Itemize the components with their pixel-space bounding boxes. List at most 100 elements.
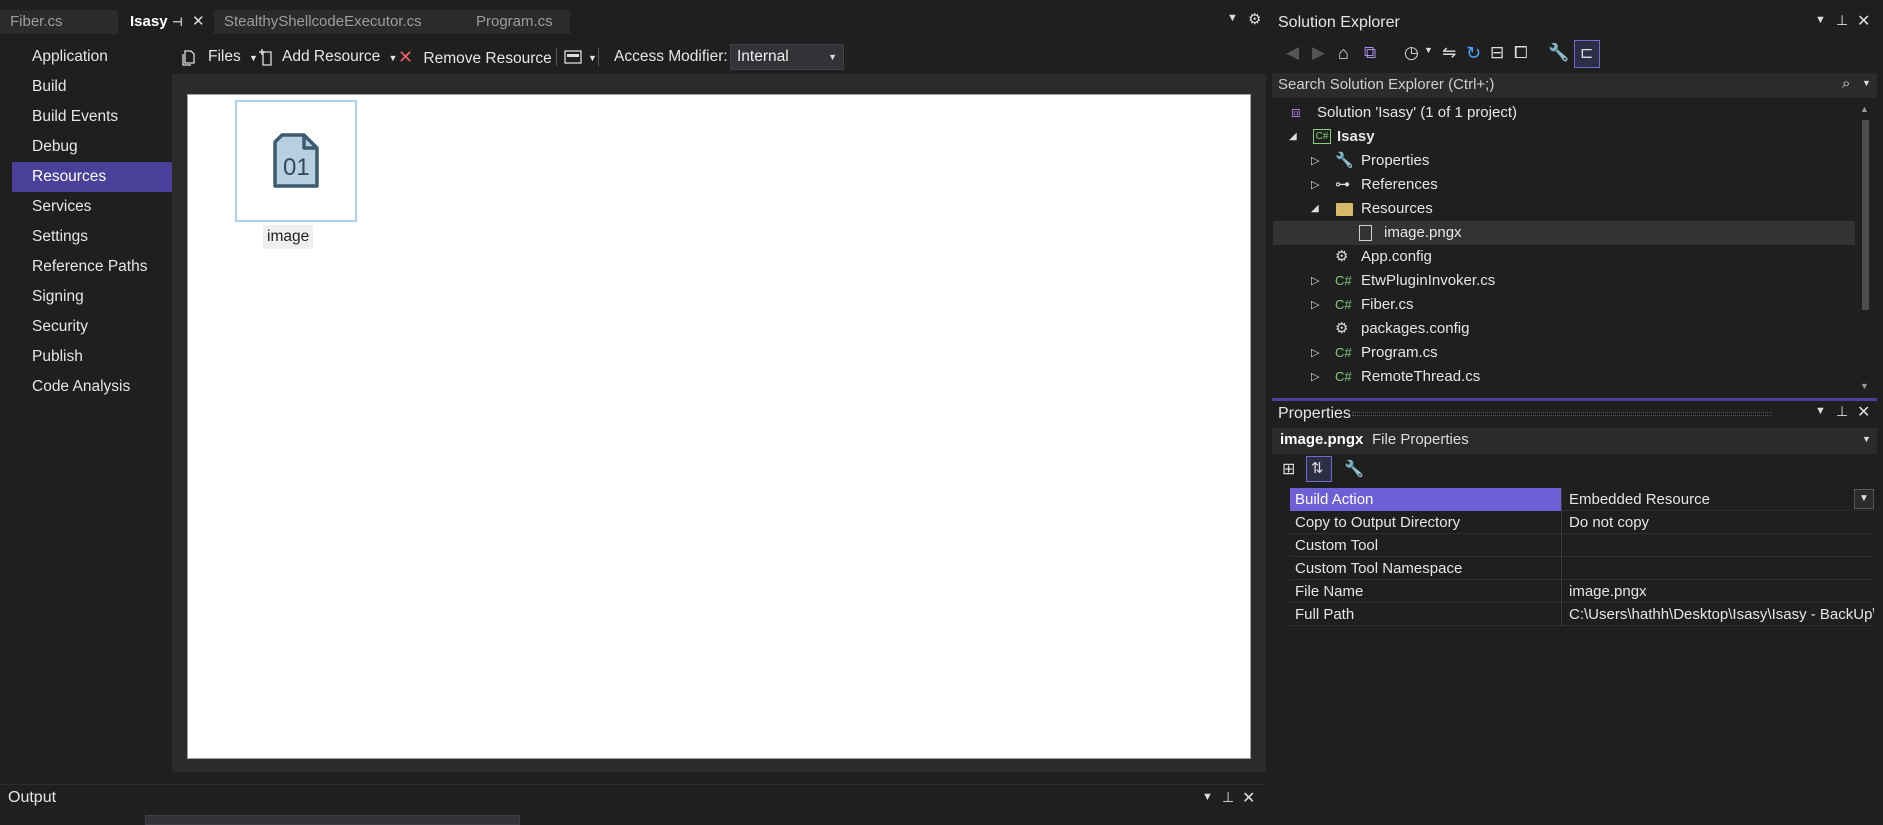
alphabetical-button[interactable]: ⇅ — [1306, 456, 1332, 482]
chevron-down-icon[interactable]: ▼ — [1862, 78, 1871, 88]
tree-item-resources-folder[interactable]: ◢ Resources — [1273, 197, 1855, 221]
close-panel-icon[interactable]: ✕ — [1857, 402, 1870, 422]
pin-icon[interactable]: ⊥ — [1836, 12, 1848, 29]
solution-icon: ⧈ — [1291, 104, 1301, 121]
access-modifier-select[interactable]: Internal ▼ — [730, 44, 844, 70]
access-modifier-label: Access Modifier: — [614, 48, 728, 65]
nav-item-resources[interactable]: Resources — [12, 162, 172, 192]
expanded-arrow-icon[interactable]: ◢ — [1289, 125, 1297, 149]
home-icon[interactable]: ⌂ — [1338, 43, 1349, 64]
nav-item-security[interactable]: Security — [12, 312, 172, 342]
csharp-file-icon: C# — [1335, 345, 1352, 360]
tree-item-etw-plugin-invoker[interactable]: ▷ C# EtwPluginInvoker.cs — [1273, 269, 1855, 293]
preview-icon: ⊏ — [1580, 45, 1594, 62]
tree-item-app-config[interactable]: ⚙ App.config — [1273, 245, 1855, 269]
view-dropdown[interactable]: ▼ — [564, 40, 597, 74]
build-action-dropdown-icon[interactable]: ▼ — [1854, 489, 1874, 509]
tree-item-image-pngx[interactable]: image.pngx — [1273, 221, 1855, 245]
csharp-file-icon: C# — [1335, 297, 1352, 312]
property-row-copy-to-output[interactable]: Copy to Output Directory Do not copy — [1290, 511, 1874, 534]
property-row-build-action[interactable]: Build Action Embedded Resource ▼ — [1290, 488, 1874, 511]
pending-changes-icon[interactable]: ◷ — [1404, 43, 1419, 63]
scroll-down-icon[interactable]: ▼ — [1860, 381, 1869, 391]
panel-menu-icon[interactable]: ▼ — [1202, 791, 1213, 803]
collapsed-arrow-icon[interactable]: ▷ — [1311, 269, 1319, 293]
solution-explorer-search[interactable]: Search Solution Explorer (Ctrl+;) ⌕ ▼ — [1272, 73, 1877, 98]
forward-icon[interactable]: ▶ — [1312, 43, 1325, 63]
resource-canvas: 01 image — [187, 94, 1251, 759]
solution-explorer-title: Solution Explorer — [1278, 14, 1400, 31]
refresh-icon[interactable]: ↻ — [1466, 43, 1481, 64]
drag-grip[interactable] — [1352, 412, 1772, 416]
nav-item-services[interactable]: Services — [12, 192, 172, 222]
switch-views-icon[interactable]: ⧉ — [1364, 43, 1376, 63]
tree-item-packages-config[interactable]: ⚙ packages.config — [1273, 317, 1855, 341]
property-pages-icon[interactable]: 🔧 — [1344, 459, 1364, 479]
property-row-custom-tool-namespace[interactable]: Custom Tool Namespace — [1290, 557, 1874, 580]
wrench-icon: 🔧 — [1335, 152, 1354, 169]
nav-item-signing[interactable]: Signing — [12, 282, 172, 312]
tab-program-cs[interactable]: Program.cs — [466, 10, 570, 34]
object-selector[interactable]: image.pngx File Properties ▼ — [1272, 428, 1877, 454]
gear-icon[interactable]: ⚙ — [1248, 10, 1261, 28]
remove-resource-button[interactable]: ✕ Remove Resource — [398, 40, 552, 74]
collapsed-arrow-icon[interactable]: ▷ — [1311, 341, 1319, 365]
tree-item-program-cs[interactable]: ▷ C# Program.cs — [1273, 341, 1855, 365]
property-row-full-path[interactable]: Full Path C:\Users\hathh\Desktop\Isasy\I… — [1290, 603, 1874, 626]
sync-icon[interactable]: ⇋ — [1442, 43, 1456, 63]
chevron-down-icon[interactable]: ▼ — [1424, 45, 1433, 55]
close-panel-icon[interactable]: ✕ — [1857, 11, 1870, 31]
collapsed-arrow-icon[interactable]: ▷ — [1311, 293, 1319, 317]
pin-icon[interactable]: ⊣ — [172, 10, 183, 34]
resource-item-label[interactable]: image — [263, 225, 314, 249]
resource-item-image[interactable]: 01 — [235, 100, 357, 222]
tree-item-references[interactable]: ▷ ⊶ References — [1273, 173, 1855, 197]
categorized-icon[interactable]: ⊞ — [1282, 459, 1295, 479]
tab-fiber-cs[interactable]: Fiber.cs — [0, 10, 118, 34]
nav-item-settings[interactable]: Settings — [12, 222, 172, 252]
collapsed-arrow-icon[interactable]: ▷ — [1311, 365, 1319, 385]
tree-item-properties[interactable]: ▷ 🔧 Properties — [1273, 149, 1855, 173]
collapsed-arrow-icon[interactable]: ▷ — [1311, 173, 1319, 197]
csharp-file-icon: C# — [1335, 369, 1352, 384]
add-resource-button[interactable]: Add Resource ▼ — [258, 40, 397, 74]
search-icon[interactable]: ⌕ — [1842, 75, 1850, 92]
preview-selected-items-button[interactable]: ⊏ — [1574, 40, 1600, 68]
wrench-icon[interactable]: 🔧 — [1548, 43, 1569, 63]
pin-icon[interactable]: ⊥ — [1222, 789, 1234, 806]
close-tab-icon[interactable]: ✕ — [192, 10, 205, 34]
config-icon: ⚙ — [1335, 248, 1349, 265]
scrollbar-thumb[interactable] — [1862, 120, 1869, 310]
panel-menu-icon[interactable]: ▼ — [1815, 14, 1826, 26]
files-dropdown[interactable]: Files ▼ — [182, 40, 258, 74]
tree-item-remote-thread-cs[interactable]: ▷ C# RemoteThread.cs — [1273, 365, 1855, 385]
back-icon[interactable]: ◀ — [1286, 43, 1299, 63]
tree-item-project-isasy[interactable]: ◢ C# Isasy — [1273, 125, 1855, 149]
nav-item-code-analysis[interactable]: Code Analysis — [12, 372, 172, 402]
collapse-all-icon[interactable]: ⊟ — [1490, 43, 1504, 63]
nav-item-build-events[interactable]: Build Events — [12, 102, 172, 132]
nav-item-build[interactable]: Build — [12, 72, 172, 102]
tree-item-solution[interactable]: ⧈ Solution 'Isasy' (1 of 1 project) — [1273, 101, 1855, 125]
expanded-arrow-icon[interactable]: ◢ — [1311, 197, 1319, 221]
property-row-file-name[interactable]: File Name image.pngx — [1290, 580, 1874, 603]
scroll-up-icon[interactable]: ▲ — [1860, 104, 1869, 114]
nav-item-reference-paths[interactable]: Reference Paths — [12, 252, 172, 282]
scrollbar[interactable]: ▲ ▼ — [1857, 104, 1873, 394]
panel-menu-icon[interactable]: ▼ — [1815, 405, 1826, 417]
property-row-custom-tool[interactable]: Custom Tool — [1290, 534, 1874, 557]
show-all-files-icon[interactable]: ⧠ — [1514, 43, 1528, 63]
tab-stealthy-shellcode-executor[interactable]: StealthyShellcodeExecutor.cs — [214, 10, 466, 34]
chevron-down-icon: ▼ — [828, 52, 837, 62]
tree-item-fiber-cs[interactable]: ▷ C# Fiber.cs — [1273, 293, 1855, 317]
pin-icon[interactable]: ⊥ — [1836, 403, 1848, 420]
nav-item-application[interactable]: Application — [12, 42, 172, 72]
output-source-select[interactable] — [145, 815, 520, 825]
nav-item-publish[interactable]: Publish — [12, 342, 172, 372]
tab-overflow-icon[interactable]: ▼ — [1227, 12, 1238, 24]
tab-isasy[interactable]: Isasy ⊣ ✕ — [120, 10, 212, 34]
close-panel-icon[interactable]: ✕ — [1242, 788, 1255, 808]
toolbar-separator — [598, 48, 599, 66]
collapsed-arrow-icon[interactable]: ▷ — [1311, 149, 1319, 173]
nav-item-debug[interactable]: Debug — [12, 132, 172, 162]
